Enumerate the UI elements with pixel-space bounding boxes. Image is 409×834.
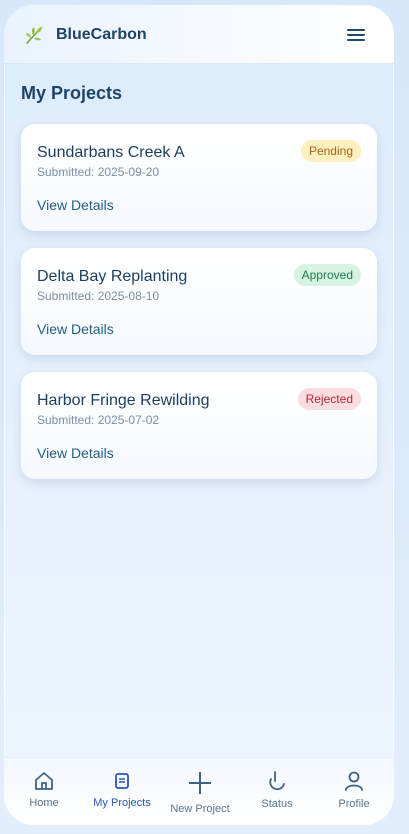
bottom-navigation: Home My Projects New Project Status Prof… xyxy=(4,757,394,825)
nav-label-status: Status xyxy=(261,798,293,810)
nav-label-profile: Profile xyxy=(338,798,370,810)
leaf-icon xyxy=(26,27,42,44)
view-details-link[interactable]: View Details xyxy=(37,197,114,213)
app-screen: BlueCarbon My Projects Sundarbans Creek … xyxy=(4,5,394,825)
status-badge: Rejected xyxy=(297,388,361,410)
nav-label-my-projects: My Projects xyxy=(93,797,151,809)
user-icon xyxy=(345,771,363,791)
home-icon xyxy=(35,772,53,790)
project-title: Delta Bay Replanting xyxy=(37,268,188,285)
page-title: My Projects xyxy=(21,83,123,103)
hamburger-menu-icon[interactable] xyxy=(345,25,367,45)
submitted-date: Submitted: 2025-09-20 xyxy=(37,165,160,179)
project-card[interactable]: Delta Bay Replanting Submitted: 2025-08-… xyxy=(21,248,377,355)
nav-item-status[interactable]: Status xyxy=(238,758,316,825)
nav-item-profile[interactable]: Profile xyxy=(315,758,393,825)
project-card[interactable]: Sundarbans Creek A Submitted: 2025-09-20… xyxy=(21,124,377,231)
project-title: Harbor Fringe Rewilding xyxy=(37,392,210,409)
view-details-link[interactable]: View Details xyxy=(37,445,114,461)
status-icon xyxy=(269,771,285,791)
project-title: Sundarbans Creek A xyxy=(37,144,185,161)
submitted-date: Submitted: 2025-07-02 xyxy=(37,413,160,427)
nav-item-home[interactable]: Home xyxy=(5,758,83,825)
app-header: BlueCarbon xyxy=(4,5,394,64)
project-card[interactable]: Harbor Fringe Rewilding Submitted: 2025-… xyxy=(21,372,377,479)
nav-item-new-project[interactable]: New Project xyxy=(161,758,239,825)
status-badge: Approved xyxy=(293,264,361,286)
nav-item-my-projects[interactable]: My Projects xyxy=(83,758,161,825)
status-badge: Pending xyxy=(300,140,361,162)
nav-label-home: Home xyxy=(29,797,59,809)
nav-label-new-project: New Project xyxy=(170,803,230,815)
brand-name: BlueCarbon xyxy=(56,26,147,43)
submitted-date: Submitted: 2025-08-10 xyxy=(37,289,160,303)
view-details-link[interactable]: View Details xyxy=(37,321,114,337)
plus-icon xyxy=(189,772,211,794)
document-icon xyxy=(115,773,129,789)
